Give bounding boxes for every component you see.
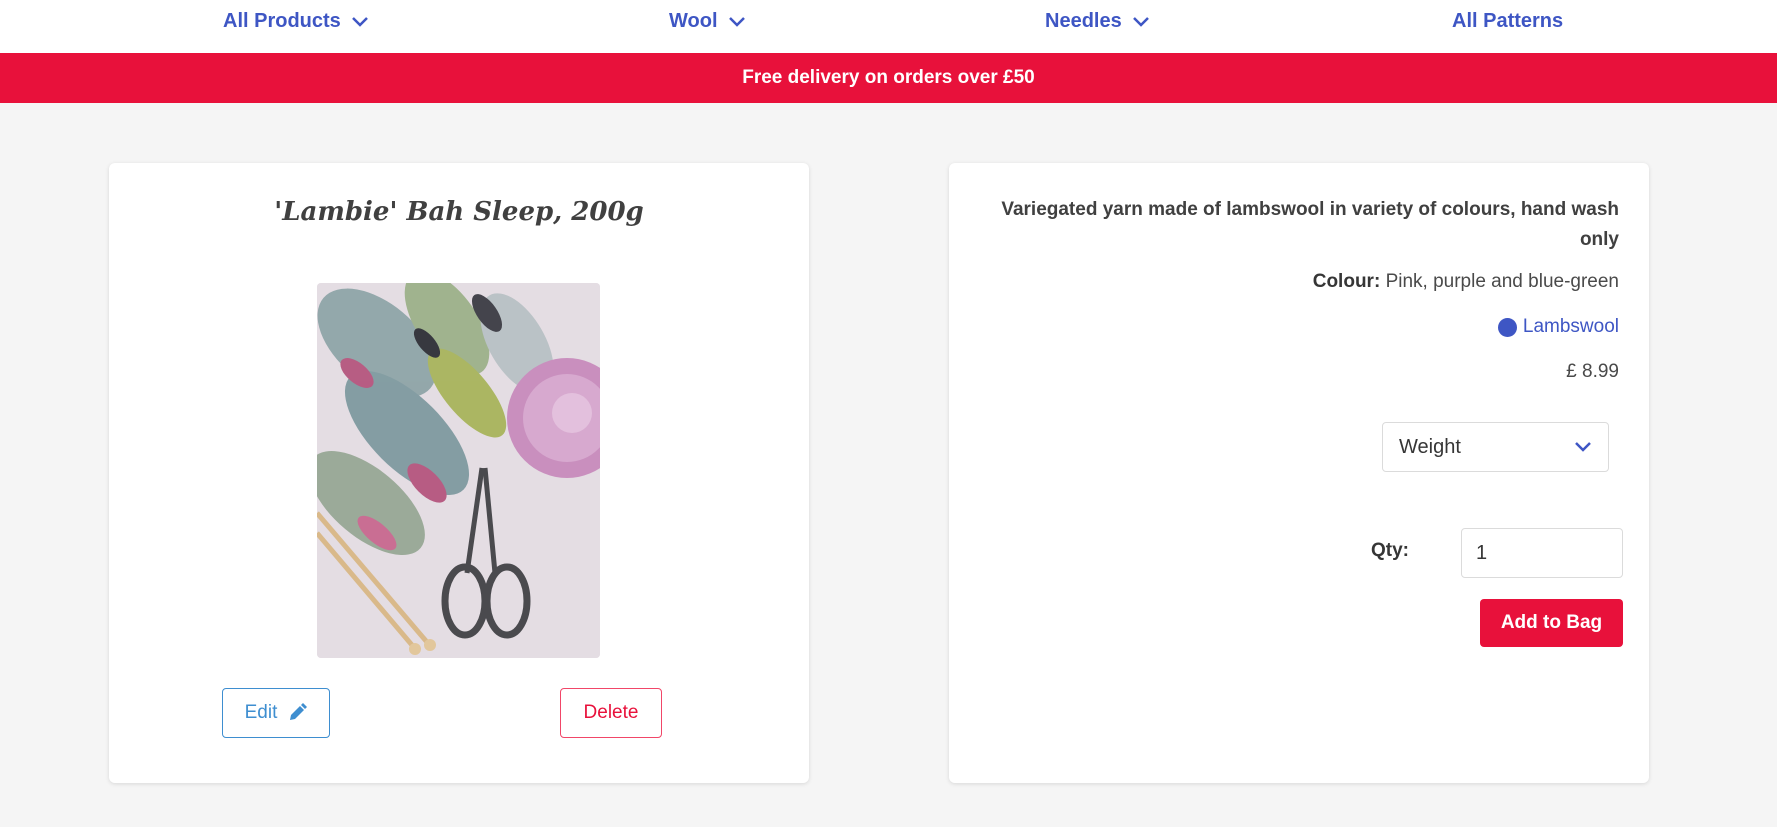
weight-select[interactable]: Weight bbox=[1382, 422, 1609, 472]
yarn-photo-icon bbox=[317, 283, 600, 658]
product-colour: Colour: Pink, purple and blue-green bbox=[1313, 271, 1619, 293]
nav-all-products-label: All Products bbox=[223, 10, 341, 32]
product-description: Variegated yarn made of lambswool in var… bbox=[1001, 199, 1619, 250]
nav-all-patterns-label: All Patterns bbox=[1452, 10, 1564, 32]
add-to-bag-label: Add to Bag bbox=[1500, 612, 1603, 633]
colour-value: Pink, purple and blue-green bbox=[1385, 271, 1619, 292]
top-navigation: All Products Wool Needles All Patterns bbox=[0, 0, 1777, 53]
pencil-icon bbox=[290, 703, 308, 720]
product-image-card: 'Lambie' Bah Sleep, 200g Edit Delete bbox=[109, 163, 809, 783]
edit-button-label: Edit bbox=[244, 702, 278, 723]
delete-button[interactable]: Delete bbox=[560, 688, 662, 738]
nav-wool[interactable]: Wool bbox=[669, 10, 746, 33]
colour-label: Colour: bbox=[1312, 271, 1381, 292]
qty-label: Qty: bbox=[1371, 540, 1409, 561]
chevron-down-icon bbox=[351, 16, 368, 27]
nav-all-patterns[interactable]: All Patterns bbox=[1452, 10, 1563, 33]
delivery-banner-text: Free delivery on orders over £50 bbox=[742, 67, 1035, 88]
nav-wool-label: Wool bbox=[669, 10, 718, 32]
add-to-bag-button[interactable]: Add to Bag bbox=[1480, 599, 1623, 647]
delivery-banner: Free delivery on orders over £50 bbox=[0, 53, 1777, 103]
delete-button-label: Delete bbox=[583, 702, 639, 723]
product-details-card: Variegated yarn made of lambswool in var… bbox=[949, 163, 1649, 783]
chevron-down-icon bbox=[1575, 442, 1591, 452]
weight-select-value: Weight bbox=[1399, 435, 1461, 458]
material-label: Lambswool bbox=[1522, 316, 1619, 337]
nav-all-products[interactable]: All Products bbox=[223, 10, 369, 33]
circle-icon bbox=[1497, 317, 1517, 337]
chevron-down-icon bbox=[1132, 16, 1149, 27]
chevron-down-icon bbox=[728, 16, 745, 27]
product-image bbox=[317, 283, 600, 658]
edit-button[interactable]: Edit bbox=[222, 688, 330, 738]
product-title: 'Lambie' Bah Sleep, 200g bbox=[274, 197, 644, 227]
qty-input[interactable] bbox=[1461, 528, 1623, 578]
nav-needles-label: Needles bbox=[1045, 10, 1122, 32]
nav-needles[interactable]: Needles bbox=[1045, 10, 1150, 33]
material-link[interactable]: Lambswool bbox=[1497, 316, 1619, 338]
product-price: £ 8.99 bbox=[1566, 361, 1619, 382]
